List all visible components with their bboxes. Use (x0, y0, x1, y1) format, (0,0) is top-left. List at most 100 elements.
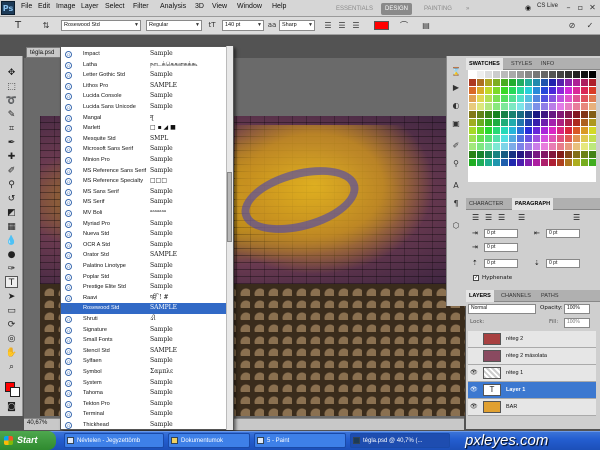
swatch-cell[interactable] (581, 135, 588, 142)
swatch-cell[interactable] (509, 143, 516, 150)
swatch-cell[interactable] (509, 119, 516, 126)
swatch-cell[interactable] (565, 95, 572, 102)
swatch-cell[interactable] (581, 71, 588, 78)
font-list-item[interactable]: O Raavi ੴ ! # (61, 293, 227, 304)
swatch-cell[interactable] (557, 119, 564, 126)
layer-row-selected[interactable]: 👁 T Layer 1 (468, 382, 596, 399)
swatch-cell[interactable] (573, 103, 580, 110)
swatch-cell[interactable] (501, 151, 508, 158)
swatch-cell[interactable] (541, 87, 548, 94)
swatch-cell[interactable] (525, 71, 532, 78)
font-size-select[interactable]: 140 pt ▼ (222, 20, 264, 31)
swatch-cell[interactable] (549, 71, 556, 78)
swatch-cell[interactable] (549, 151, 556, 158)
font-dropdown-list[interactable]: O Impact Sample O Latha நாடக்கெகனகக்கூ O Letter… (60, 46, 234, 430)
tab-character[interactable]: CHARACTER (466, 198, 506, 210)
menu-filter[interactable]: Filter (133, 3, 149, 10)
swatch-cell[interactable] (525, 111, 532, 118)
swatch-cell[interactable] (565, 79, 572, 86)
swatch-cell[interactable] (509, 95, 516, 102)
swatch-cell[interactable] (541, 71, 548, 78)
swatch-cell[interactable] (557, 111, 564, 118)
swatch-cell[interactable] (493, 143, 500, 150)
swatch-cell[interactable] (493, 71, 500, 78)
swatch-cell[interactable] (573, 127, 580, 134)
font-list-item[interactable]: O Lucida Sans Unicode Sample (61, 102, 227, 113)
layer-row[interactable]: 👁 BAR (468, 399, 596, 416)
swatch-cell[interactable] (573, 79, 580, 86)
font-list-item[interactable]: O Lucida Console Sample (61, 91, 227, 102)
font-list-item[interactable]: O Lithos Pro SAMPLE (61, 81, 227, 92)
font-list-item[interactable]: O Microsoft Sans Serif Sample (61, 144, 227, 155)
swatch-cell[interactable] (573, 159, 580, 166)
history-brush-tool-icon[interactable]: ↺ (5, 193, 18, 205)
shape-tool-icon[interactable]: ▭ (5, 305, 18, 317)
background-color-swatch[interactable] (10, 387, 20, 397)
swatch-cell[interactable] (469, 143, 476, 150)
swatch-cell[interactable] (533, 111, 540, 118)
swatch-cell[interactable] (589, 95, 596, 102)
brush-panel-icon[interactable]: ✐ (450, 140, 462, 152)
swatch-cell[interactable] (493, 119, 500, 126)
healing-tool-icon[interactable]: ✚ (5, 151, 18, 163)
font-list-item[interactable]: O Orator Std SAMPLE (61, 250, 227, 261)
swatch-cell[interactable] (541, 151, 548, 158)
swatch-cell[interactable] (581, 159, 588, 166)
swatch-cell[interactable] (557, 127, 564, 134)
font-list-item[interactable]: O Prestige Elite Std Sample (61, 282, 227, 293)
tab-info[interactable]: INFO (538, 58, 557, 70)
swatch-cell[interactable] (477, 87, 484, 94)
menu-view[interactable]: View (212, 3, 227, 10)
swatch-cell[interactable] (493, 79, 500, 86)
align-right-icon[interactable]: ☰ (350, 20, 362, 31)
3d-orbit-tool-icon[interactable]: ◎ (5, 333, 18, 345)
font-list-item[interactable]: O Latha நாடக்கெகனகக்கூ (61, 60, 227, 71)
para-align-left-icon[interactable]: ☰ (472, 213, 479, 222)
align-left-icon[interactable]: ☰ (322, 20, 334, 31)
swatch-cell[interactable] (501, 71, 508, 78)
3d-rotate-tool-icon[interactable]: ⟳ (5, 319, 18, 331)
swatch-cell[interactable] (501, 103, 508, 110)
swatch-cell[interactable] (581, 119, 588, 126)
font-list-item[interactable]: O Shruti ઙી (61, 314, 227, 325)
font-list-item[interactable]: O Nueva Std Sample (61, 229, 227, 240)
path-select-tool-icon[interactable]: ➤ (5, 291, 18, 303)
swatch-cell[interactable] (493, 95, 500, 102)
zoom-tool-icon[interactable]: ⌕ (5, 361, 18, 373)
swatch-cell[interactable] (501, 87, 508, 94)
swatch-cell[interactable] (581, 127, 588, 134)
swatch-cell[interactable] (469, 111, 476, 118)
clone-stamp-tool-icon[interactable]: ⚲ (5, 179, 18, 191)
swatch-cell[interactable] (517, 151, 524, 158)
tab-swatches[interactable]: SWATCHES (466, 58, 503, 70)
layer-row[interactable]: réteg 2 másolata (468, 348, 596, 365)
character-panel-icon[interactable]: A (450, 180, 462, 192)
quick-select-tool-icon[interactable]: ✎ (5, 109, 18, 121)
masks-panel-icon[interactable]: ▣ (450, 118, 462, 130)
taskbar-paint[interactable]: 5 - Paint (254, 433, 346, 448)
menu-3d[interactable]: 3D (195, 3, 204, 10)
swatch-cell[interactable] (533, 71, 540, 78)
dodge-tool-icon[interactable]: ● (5, 249, 18, 261)
swatch-cell[interactable] (509, 159, 516, 166)
3d-panel-icon[interactable]: ⬡ (450, 220, 462, 232)
swatch-cell[interactable] (509, 111, 516, 118)
swatch-cell[interactable] (581, 111, 588, 118)
swatch-cell[interactable] (517, 119, 524, 126)
align-center-icon[interactable]: ☰ (336, 20, 348, 31)
swatch-cell[interactable] (589, 135, 596, 142)
swatch-cell[interactable] (573, 151, 580, 158)
taskbar-photoshop[interactable]: tégla.psd @ 40,7% (... (350, 433, 450, 448)
swatch-cell[interactable] (589, 119, 596, 126)
pen-tool-icon[interactable]: ✑ (5, 263, 18, 275)
swatch-cell[interactable] (485, 159, 492, 166)
swatch-cell[interactable] (501, 111, 508, 118)
cancel-icon[interactable]: ⊘ (566, 20, 578, 31)
font-list-item[interactable]: O MS Reference Sans Serif Sample (61, 166, 227, 177)
swatch-cell[interactable] (557, 79, 564, 86)
swatch-cell[interactable] (477, 151, 484, 158)
swatch-cell[interactable] (477, 143, 484, 150)
swatch-cell[interactable] (541, 95, 548, 102)
taskbar-notepad[interactable]: Névtelen - Jegyzettömb (64, 433, 164, 448)
swatch-cell[interactable] (549, 143, 556, 150)
